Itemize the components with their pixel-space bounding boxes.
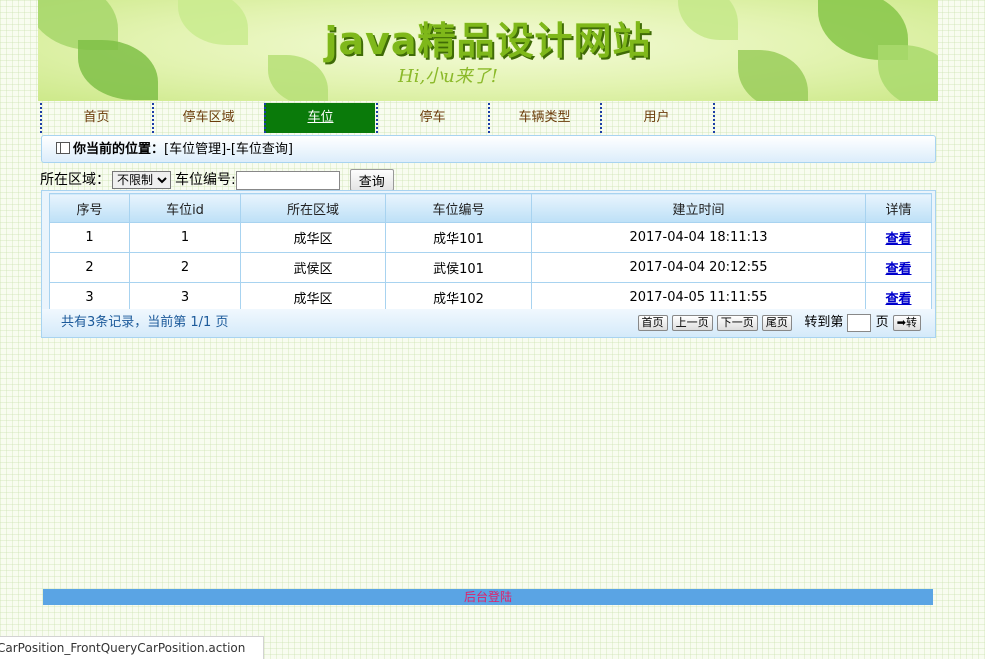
next-page-button[interactable]: 下一页 [716,314,758,331]
header-code: 车位编号 [385,193,532,223]
goto-button[interactable]: ➡转 [892,314,921,331]
admin-login-link[interactable]: 后台登陆 [464,590,512,604]
record-summary: 共有3条记录，当前第 1/1 页 [61,315,229,330]
cell-id: 3 [129,282,241,313]
code-input[interactable] [235,170,340,190]
nav-item-user[interactable]: 用户 [600,103,711,133]
pager-bar: 共有3条记录，当前第 1/1 页 首页 上一页 下一页 尾页 转到第 页 ➡转 [42,309,935,337]
results-table: 序号 车位id 所在区域 车位编号 建立时间 详情 1 1 成华区 成华101 … [49,193,932,313]
cell-code: 成华101 [385,222,532,253]
cell-index: 3 [49,282,130,313]
table-header-row: 序号 车位id 所在区域 车位编号 建立时间 详情 [49,193,932,223]
cell-area: 成华区 [240,282,386,313]
table-row: 3 3 成华区 成华102 2017-04-05 11:11:55 查看 [49,282,932,313]
cell-detail: 查看 [865,222,932,253]
status-url: CarPosition_FrontQueryCarPosition.action [0,636,265,659]
cell-detail: 查看 [865,252,932,283]
goto-label: 转到第 [804,315,844,330]
cell-id: 2 [129,252,241,283]
view-link[interactable]: 查看 [885,262,911,277]
banner-subtitle: Hi,小u来了! [398,66,499,87]
header-created: 建立时间 [531,193,866,223]
search-form: 所在区域： 不限制 车位编号: 查询 [40,169,394,191]
header-id: 车位id [129,193,241,223]
cell-created: 2017-04-04 20:12:55 [531,252,866,283]
cell-created: 2017-04-04 18:11:13 [531,222,866,253]
site-banner: java精品设计网站 Hi,小u来了! [38,0,938,101]
nav-item-home[interactable]: 首页 [40,103,151,133]
results-panel: 序号 车位id 所在区域 车位编号 建立时间 详情 1 1 成华区 成华101 … [41,190,936,338]
main-nav: 首页 停车区域 车位 停车 车辆类型 用户 [40,103,720,133]
nav-divider [713,103,715,133]
nav-item-parking[interactable]: 停车 [376,103,487,133]
view-link[interactable]: 查看 [885,292,911,307]
breadcrumb: 你当前的位置：[车位管理]-[车位查询] [41,135,936,163]
cell-code: 武侯101 [385,252,532,283]
cell-detail: 查看 [865,282,932,313]
table-row: 2 2 武侯区 武侯101 2017-04-04 20:12:55 查看 [49,252,932,283]
first-page-button[interactable]: 首页 [637,314,668,331]
cell-index: 2 [49,252,130,283]
banner-title: java精品设计网站 [324,19,652,63]
breadcrumb-path: [车位管理]-[车位查询] [164,142,293,157]
prev-page-button[interactable]: 上一页 [671,314,713,331]
goto-page-input[interactable] [847,313,872,332]
nav-item-parking-area[interactable]: 停车区域 [152,103,263,133]
last-page-button[interactable]: 尾页 [761,314,792,331]
breadcrumb-prefix: 你当前的位置： [73,142,165,157]
cell-index: 1 [49,222,130,253]
cell-code: 成华102 [385,282,532,313]
header-index: 序号 [49,193,130,223]
code-label: 车位编号: [175,172,236,188]
goto-suffix: 页 [875,315,889,330]
nav-item-parking-space[interactable]: 车位 [264,103,375,133]
footer-bar: 后台登陆 [43,589,933,605]
header-area: 所在区域 [240,193,386,223]
cell-created: 2017-04-05 11:11:55 [531,282,866,313]
cell-area: 成华区 [240,222,386,253]
header-detail: 详情 [865,193,932,223]
table-row: 1 1 成华区 成华101 2017-04-04 18:11:13 查看 [49,222,932,253]
query-button[interactable]: 查询 [349,169,394,191]
view-link[interactable]: 查看 [885,232,911,247]
cell-area: 武侯区 [240,252,386,283]
cell-id: 1 [129,222,241,253]
area-select[interactable]: 不限制 [112,171,171,189]
pager-controls: 首页 上一页 下一页 尾页 转到第 页 ➡转 [637,309,921,337]
panel-icon [56,142,70,154]
area-label: 所在区域： [40,172,110,188]
nav-item-vehicle-type[interactable]: 车辆类型 [488,103,599,133]
